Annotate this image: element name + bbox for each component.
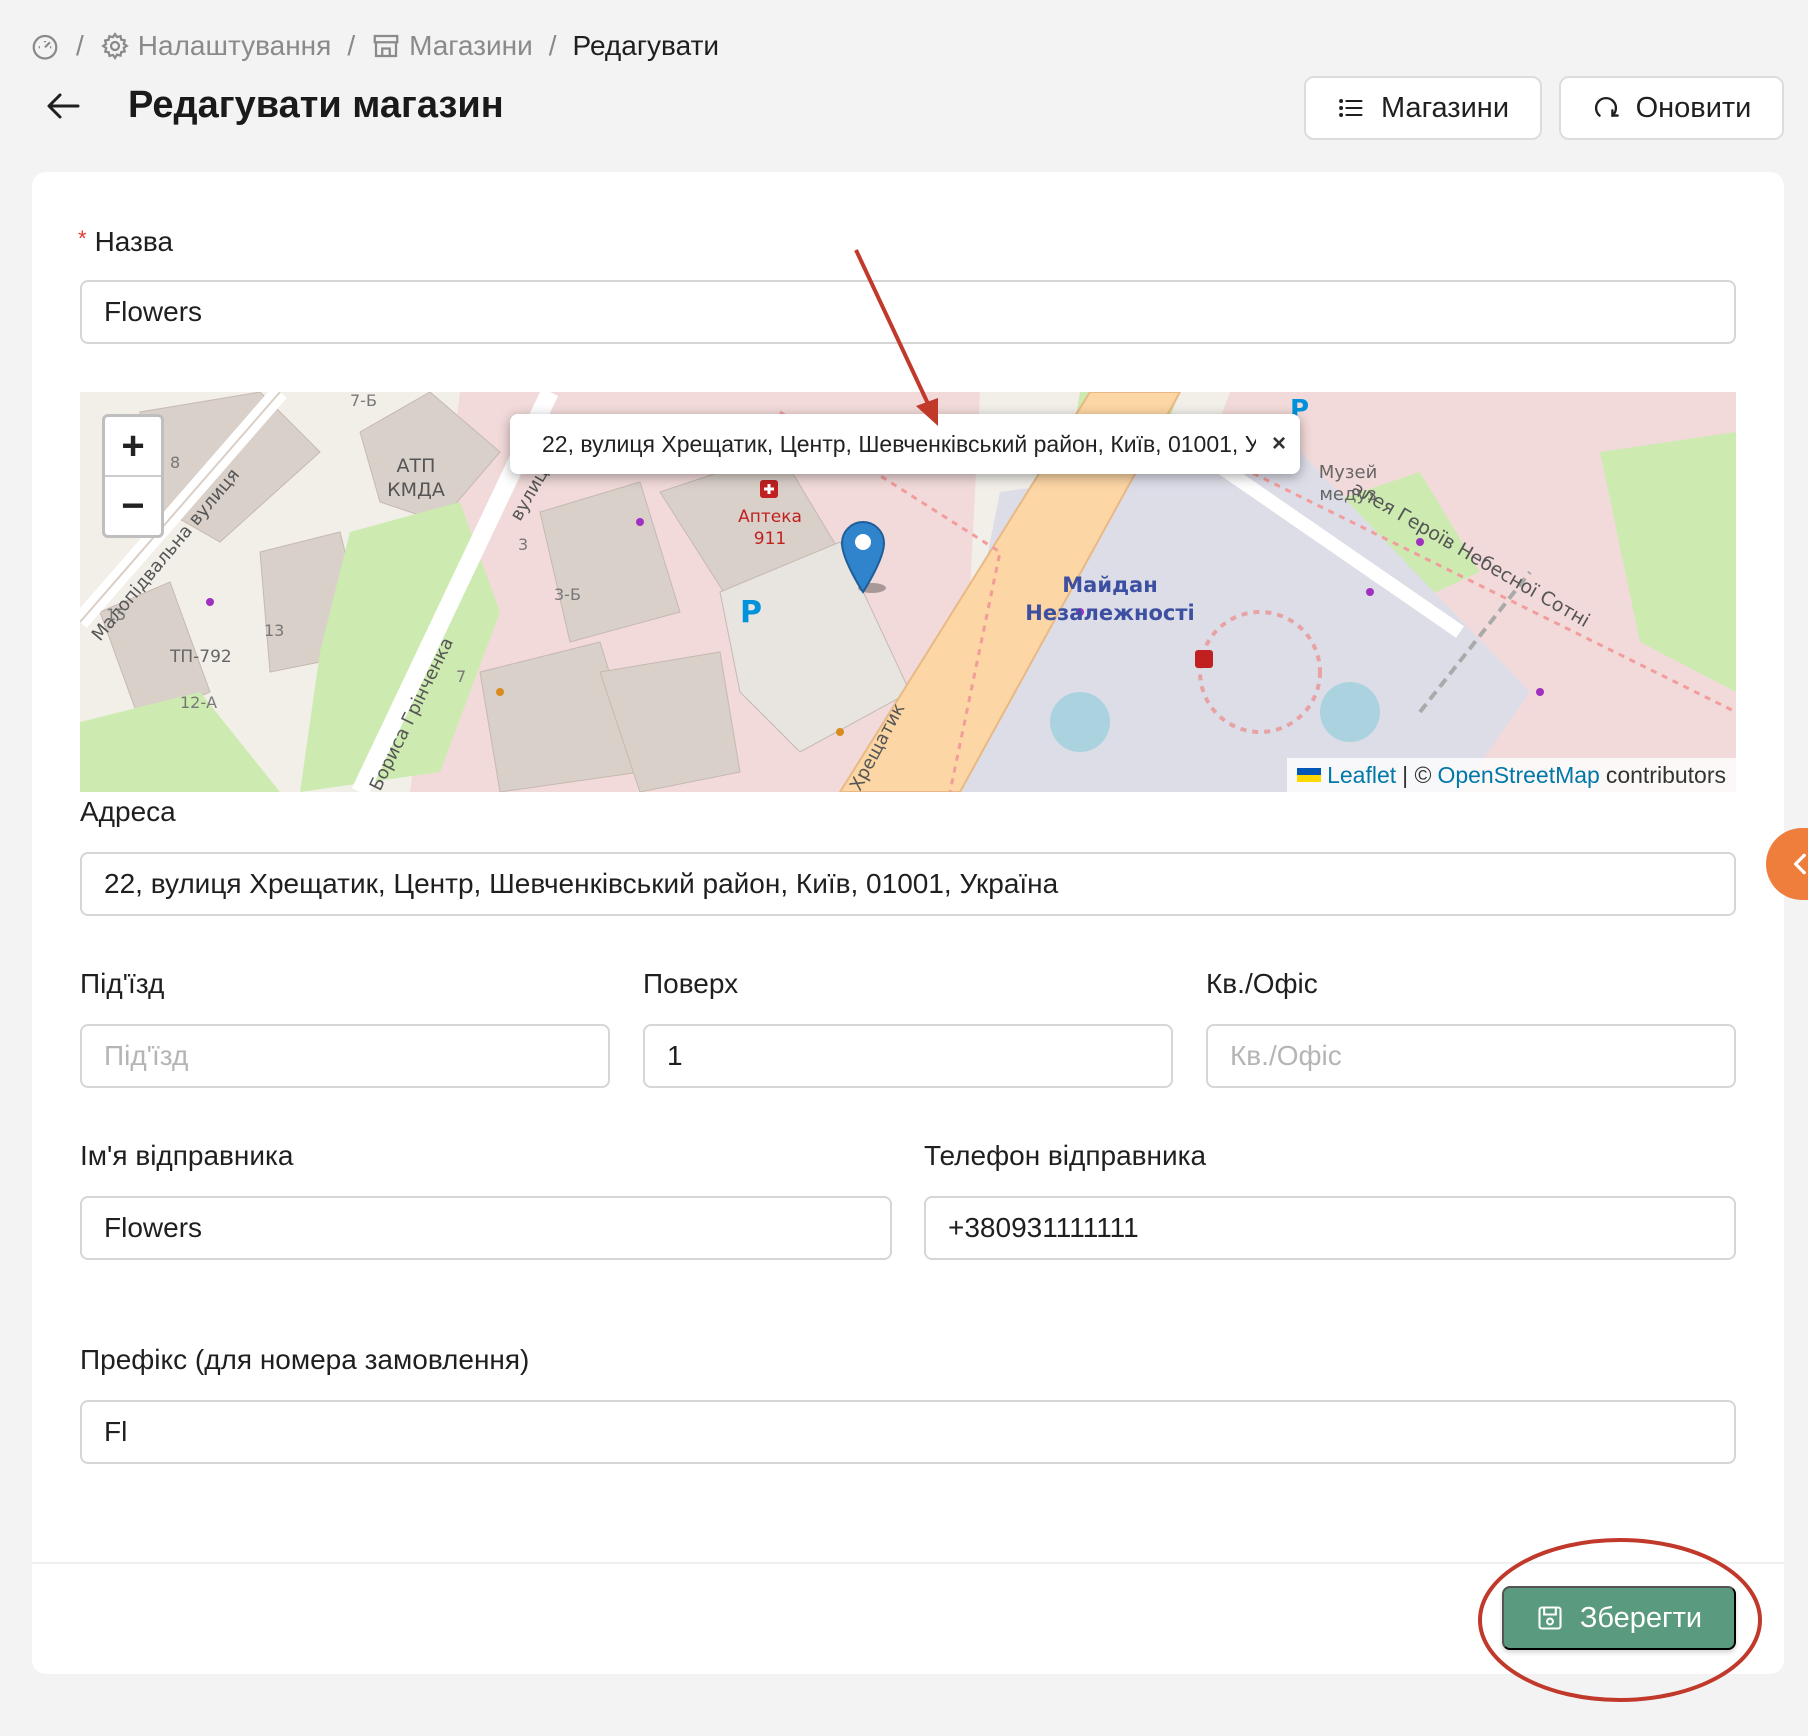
save-button-label: Зберегти — [1579, 1601, 1703, 1634]
address-input[interactable] — [80, 852, 1736, 916]
floor-input[interactable] — [643, 1024, 1173, 1088]
breadcrumb-dashboard[interactable] — [30, 31, 60, 61]
breadcrumb-current: Редагувати — [572, 30, 720, 61]
zoom-control: + − — [102, 414, 164, 538]
sender-name-input[interactable] — [80, 1196, 892, 1260]
breadcrumb: / Налаштування / Магазини / Редагувати — [30, 26, 719, 66]
map-label-place: Майдан — [1062, 573, 1157, 597]
back-arrow-icon[interactable] — [44, 86, 84, 126]
chevron-left-icon — [1793, 853, 1806, 875]
zoom-in-button[interactable]: + — [105, 417, 161, 477]
map-label-number: 3-Б — [554, 585, 581, 604]
breadcrumb-separator: / — [76, 30, 84, 61]
page-title: Редагувати магазин — [128, 84, 504, 126]
map-label-number: 3 — [518, 535, 528, 554]
map-label-building: ТП-792 — [169, 647, 232, 667]
map-parking-label: P — [740, 595, 762, 630]
breadcrumb-settings[interactable]: Налаштування — [100, 30, 332, 62]
map-label-poi: 911 — [754, 529, 786, 549]
attribution-separator: | © — [1402, 761, 1432, 788]
store-icon — [373, 34, 399, 58]
prefix-label: Префікс (для номера замовлення) — [80, 1344, 530, 1375]
card-footer-divider — [32, 1562, 1784, 1564]
dashboard-icon — [32, 34, 58, 60]
name-label-text: Назва — [94, 226, 174, 257]
popup-close-button[interactable]: × — [1272, 430, 1286, 458]
entrance-input[interactable] — [80, 1024, 610, 1088]
map-label-number: 8 — [170, 453, 180, 472]
location-marker-icon[interactable] — [840, 520, 886, 594]
map-label-poi: Аптека — [738, 507, 802, 527]
gear-icon — [100, 32, 129, 60]
breadcrumb-settings-label: Налаштування — [137, 30, 332, 61]
breadcrumb-separator: / — [347, 30, 356, 61]
zoom-out-button[interactable]: − — [105, 477, 161, 535]
save-icon — [1538, 1606, 1562, 1630]
map-popup-text: 22, вулиця Хрещатик, Центр, Шевченківськ… — [542, 430, 1256, 457]
map-label-poi: медуз — [1319, 484, 1376, 505]
apartment-input[interactable] — [1206, 1024, 1736, 1088]
map-label-number: 7 — [456, 667, 466, 686]
name-input[interactable] — [80, 280, 1736, 344]
map-label-poi: Музей — [1319, 462, 1378, 483]
map-label-building: АТП — [397, 455, 436, 477]
map-label-number: 15 — [106, 605, 126, 624]
attribution-contributors: contributors — [1605, 761, 1726, 788]
map-popup: 22, вулиця Хрещатик, Центр, Шевченківськ… — [510, 414, 1300, 474]
save-button[interactable]: Зберегти — [1502, 1586, 1736, 1650]
list-icon — [1339, 99, 1363, 117]
prefix-input[interactable] — [80, 1400, 1736, 1464]
ukraine-flag-icon — [1297, 768, 1322, 782]
map[interactable]: P P Малопідвальна вулиця Хрещатик Бориса… — [80, 392, 1736, 792]
map-label-building: КМДА — [387, 479, 445, 501]
stores-list-button[interactable]: Магазини — [1304, 76, 1542, 140]
floor-label: Поверх — [643, 968, 739, 999]
breadcrumb-stores[interactable]: Магазини — [371, 30, 533, 62]
apartment-label: Кв./Офіс — [1206, 968, 1318, 999]
entrance-label: Під'їзд — [80, 968, 165, 999]
sender-phone-input[interactable] — [924, 1196, 1736, 1260]
map-label-number: 13 — [264, 621, 284, 640]
refresh-button-label: Оновити — [1635, 91, 1752, 124]
address-label: Адреса — [80, 796, 176, 827]
map-attribution: Leaflet | © OpenStreetMap contributors — [1287, 758, 1736, 792]
osm-link[interactable]: OpenStreetMap — [1437, 762, 1599, 789]
refresh-icon — [1594, 97, 1619, 117]
edit-store-card: * Назва Flowers P P Малопідвальна вулиця… — [32, 172, 1784, 1674]
leaflet-link[interactable]: Leaflet — [1327, 762, 1396, 789]
map-label-number: 12-А — [180, 693, 217, 712]
refresh-button[interactable]: Оновити — [1559, 76, 1784, 140]
name-label: * Назва — [78, 226, 173, 258]
map-label-number: 7-Б — [350, 392, 377, 410]
required-mark: * — [78, 226, 87, 251]
map-label-place: Незалежності — [1025, 601, 1194, 625]
sender-phone-label: Телефон відправника — [924, 1140, 1207, 1171]
stores-list-button-label: Магазини — [1380, 91, 1510, 124]
breadcrumb-stores-label: Магазини — [409, 30, 533, 61]
breadcrumb-separator: / — [548, 30, 557, 61]
sender-name-label: Ім'я відправника — [80, 1140, 294, 1171]
